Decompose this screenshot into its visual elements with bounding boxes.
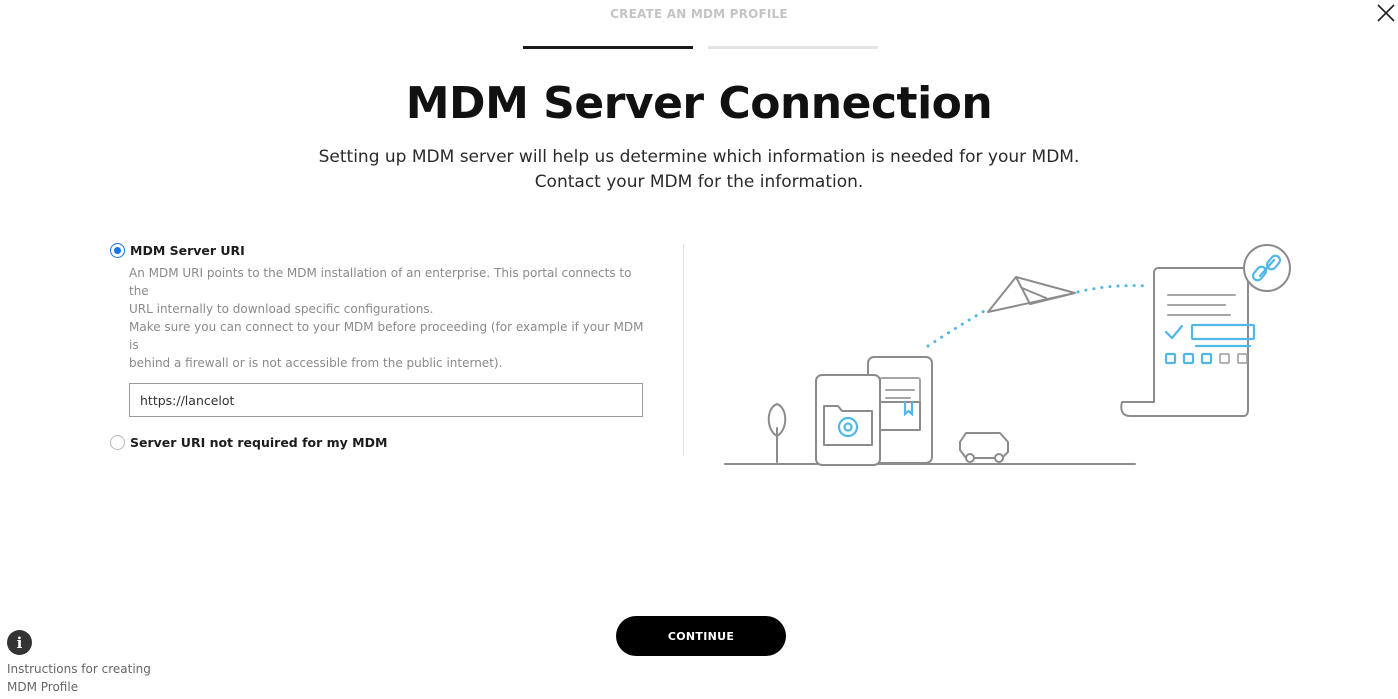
page-subtitle: Setting up MDM server will help us deter… xyxy=(0,145,1398,195)
radio-option-no-uri[interactable]: Server URI not required for my MDM xyxy=(110,435,650,450)
server-uri-input[interactable] xyxy=(129,383,643,417)
radio-label-no-uri: Server URI not required for my MDM xyxy=(130,435,388,450)
description-line: behind a firewall or is not accessible f… xyxy=(129,356,503,370)
close-icon xyxy=(1377,4,1395,22)
close-button[interactable] xyxy=(1376,3,1396,23)
wizard-step-label: CREATE AN MDM PROFILE xyxy=(610,7,788,21)
radio-label-server-uri: MDM Server URI xyxy=(130,243,245,258)
subtitle-line: Contact your MDM for the information. xyxy=(534,172,864,192)
description-line: URL internally to download specific conf… xyxy=(129,302,434,316)
progress-step-2 xyxy=(708,46,878,49)
info-icon: i xyxy=(7,630,32,655)
check-icon xyxy=(1164,324,1184,340)
radio-button-server-uri[interactable] xyxy=(110,243,125,258)
help-text[interactable]: Instructions for creating MDM Profile xyxy=(7,660,177,696)
mdm-connection-illustration xyxy=(724,244,1291,466)
help-text-line: MDM Profile xyxy=(7,680,79,694)
help-instructions-link[interactable]: i Instructions for creating MDM Profile xyxy=(7,630,177,696)
server-uri-description: An MDM URI points to the MDM installatio… xyxy=(129,264,644,372)
subtitle-line: Setting up MDM server will help us deter… xyxy=(318,147,1080,167)
continue-button[interactable]: CONTINUE xyxy=(616,616,786,656)
progress-step-1-active xyxy=(523,46,693,49)
help-text-line: Instructions for creating xyxy=(7,662,151,676)
document-icon xyxy=(1120,267,1249,417)
paper-plane-icon xyxy=(987,276,1076,313)
connection-dotted-line xyxy=(926,308,988,348)
radio-option-server-uri[interactable]: MDM Server URI xyxy=(110,243,650,258)
page-title: MDM Server Connection xyxy=(405,78,993,129)
server-uri-form: MDM Server URI An MDM URI points to the … xyxy=(110,243,650,450)
vertical-divider xyxy=(683,244,684,456)
description-line: An MDM URI points to the MDM installatio… xyxy=(129,266,632,298)
description-line: Make sure you can connect to your MDM be… xyxy=(129,320,644,352)
tree-icon xyxy=(767,403,787,463)
radio-button-no-uri[interactable] xyxy=(110,435,125,450)
connection-dotted-line xyxy=(1076,284,1150,294)
